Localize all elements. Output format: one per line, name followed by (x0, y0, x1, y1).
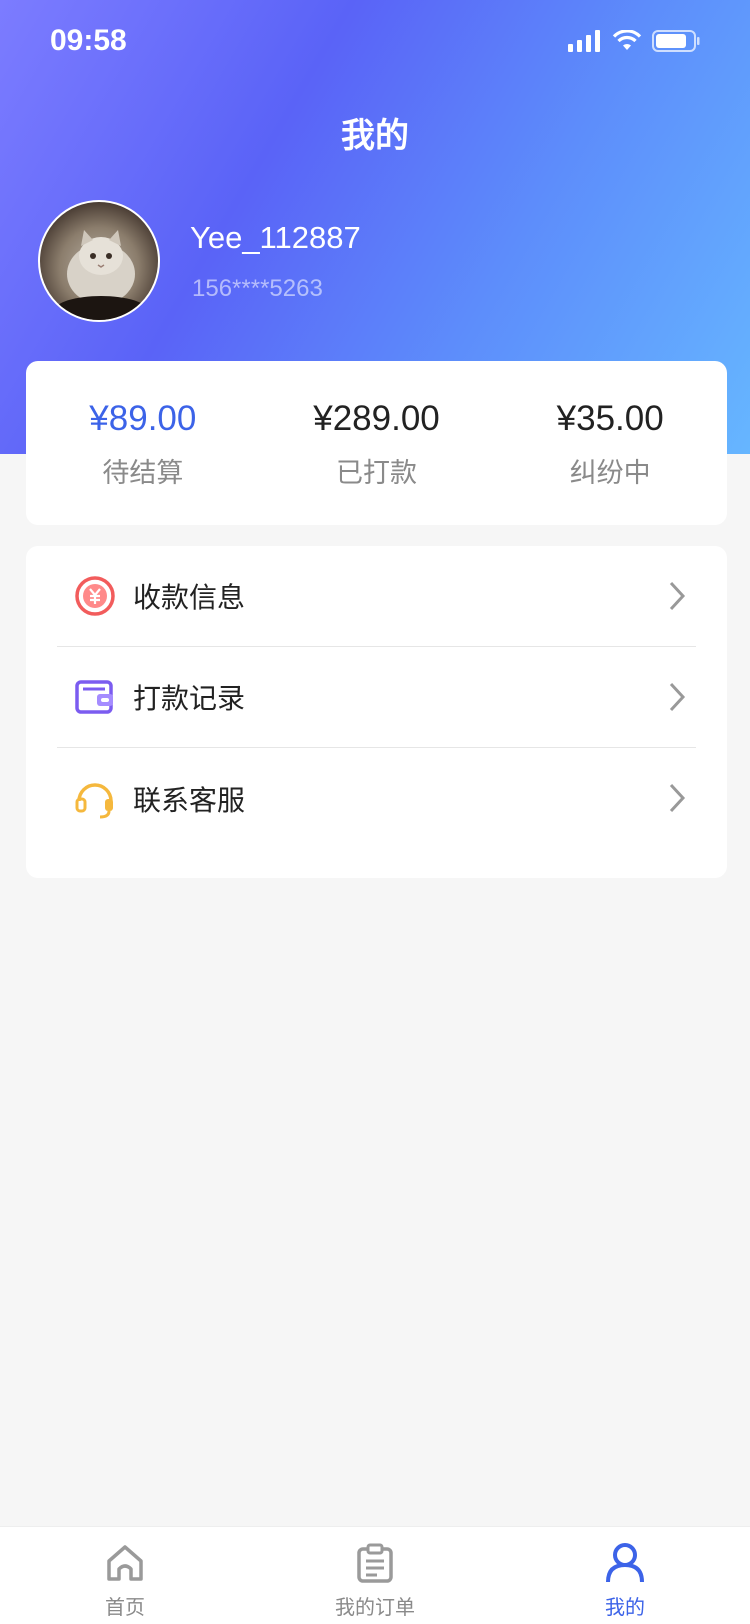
stat-pending[interactable]: ¥89.00 待结算 (26, 361, 260, 525)
menu-item-label: 打款记录 (133, 682, 246, 715)
username: Yee_112887 (190, 220, 361, 255)
chevron-right-icon (669, 783, 686, 813)
tab-home[interactable]: 首页 (0, 1527, 250, 1624)
wifi-icon (612, 30, 642, 50)
battery-icon (652, 30, 700, 52)
stat-label: 纠纷中 (569, 458, 651, 489)
phone-number: 156****5263 (192, 275, 323, 302)
cat-photo (55, 230, 147, 320)
menu-item-payout-records[interactable]: 打款记录 (57, 647, 696, 748)
menu-card: 收款信息 打款记录 联系客服 (26, 546, 727, 878)
chevron-right-icon (669, 682, 686, 712)
tab-label: 我的订单 (335, 1595, 415, 1619)
avatar[interactable] (38, 200, 160, 322)
menu-item-payment-info[interactable]: 收款信息 (57, 546, 696, 647)
page-title: 我的 (341, 116, 409, 156)
tab-label: 我的 (605, 1595, 645, 1619)
signal-icon (568, 30, 600, 52)
status-time: 09:58 (50, 24, 127, 57)
balance-stats-card: ¥89.00 待结算 ¥289.00 已打款 ¥35.00 纠纷中 (26, 361, 727, 525)
tab-mine[interactable]: 我的 (500, 1527, 750, 1624)
menu-item-label: 联系客服 (133, 783, 246, 817)
tab-bar: 首页 我的订单 我的 (0, 1526, 750, 1624)
headset-icon (73, 777, 117, 821)
yen-icon (73, 574, 117, 618)
status-bar: 09:58 (0, 0, 750, 88)
user-icon (606, 1543, 644, 1583)
orders-icon (357, 1543, 393, 1583)
tab-orders[interactable]: 我的订单 (250, 1527, 500, 1624)
tab-label: 首页 (105, 1595, 145, 1619)
stat-value: ¥89.00 (89, 399, 197, 438)
stat-label: 已打款 (336, 458, 417, 489)
stat-dispute[interactable]: ¥35.00 纠纷中 (493, 361, 727, 525)
wallet-icon (73, 675, 117, 719)
stat-label: 待结算 (102, 458, 184, 489)
menu-item-customer-service[interactable]: 联系客服 (57, 748, 696, 849)
stat-value: ¥289.00 (313, 399, 440, 438)
stat-value: ¥35.00 (556, 399, 664, 438)
home-icon (107, 1545, 143, 1581)
stat-paid[interactable]: ¥289.00 已打款 (260, 361, 494, 525)
chevron-right-icon (669, 581, 686, 611)
status-icons (568, 30, 700, 52)
menu-item-label: 收款信息 (133, 581, 246, 614)
